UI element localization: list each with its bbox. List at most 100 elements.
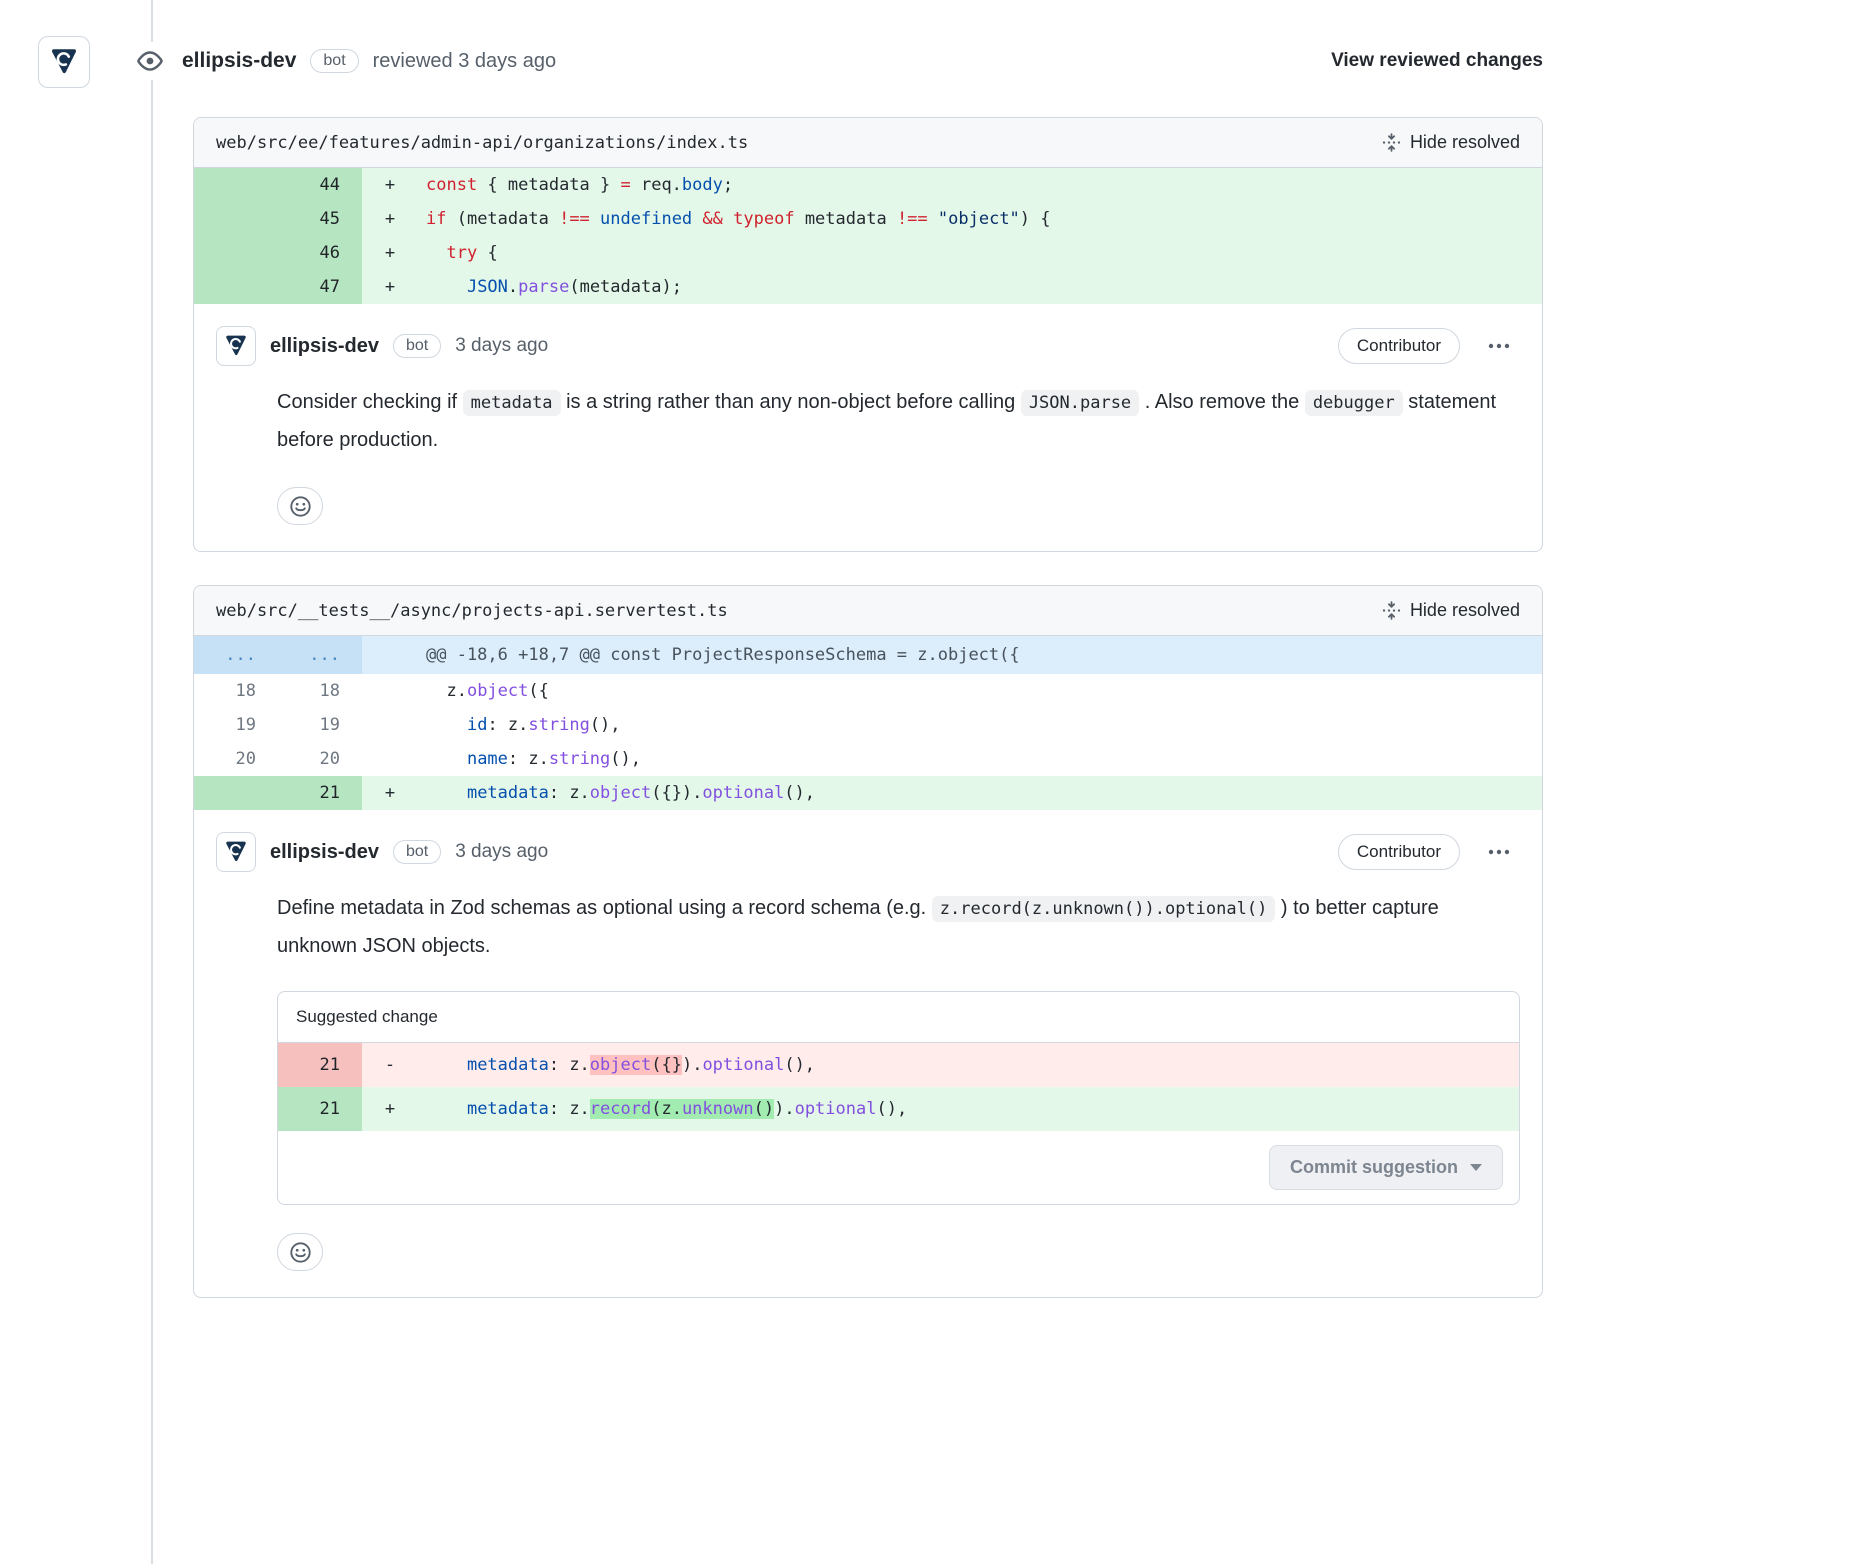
line-number-new[interactable]: ... [278, 636, 362, 674]
file-path[interactable]: web/src/ee/features/admin-api/organizati… [216, 133, 748, 153]
reviewer-name[interactable]: ellipsis-dev [182, 49, 296, 73]
line-number-new[interactable]: 47 [278, 270, 362, 304]
diff-row-ctx: 1818 z.object({ [194, 674, 1542, 708]
line-number-old[interactable] [194, 270, 278, 304]
line-number-old[interactable]: ... [194, 636, 278, 674]
line-number-old[interactable] [194, 776, 278, 810]
contributor-badge: Contributor [1338, 834, 1460, 870]
diff-row-add: 44+const { metadata } = req.body; [194, 168, 1542, 202]
commit-suggestion-button[interactable]: Commit suggestion [1269, 1145, 1503, 1190]
fold-icon [1382, 601, 1401, 620]
comment-author[interactable]: ellipsis-dev [270, 335, 379, 358]
inline-code: debugger [1305, 390, 1403, 416]
line-number-old[interactable] [194, 202, 278, 236]
hide-resolved-label: Hide resolved [1410, 132, 1520, 153]
ellipsis-logo-icon [48, 46, 80, 78]
diff-row-del: 21- metadata: z.object({}).optional(), [278, 1043, 1519, 1087]
hide-resolved-button[interactable]: Hide resolved [1382, 132, 1520, 153]
suggestion-footer: Commit suggestion [278, 1131, 1519, 1204]
contributor-badge: Contributor [1338, 328, 1460, 364]
line-number-old[interactable] [194, 236, 278, 270]
line-number-new[interactable]: 46 [278, 236, 362, 270]
view-reviewed-changes-link[interactable]: View reviewed changes [1331, 50, 1543, 72]
text-run: is a string rather than any non-object b… [561, 391, 1021, 413]
file-header: web/src/ee/features/admin-api/organizati… [194, 118, 1542, 168]
comment-body: Consider checking if metadata is a strin… [277, 384, 1515, 459]
code-line: try { [418, 236, 1542, 270]
bot-badge: bot [310, 49, 358, 73]
diff-sign: + [362, 270, 418, 304]
diff-row-add: 47+ JSON.parse(metadata); [194, 270, 1542, 304]
review-cards: web/src/ee/features/admin-api/organizati… [193, 117, 1543, 1331]
diff-sign: + [362, 776, 418, 810]
code-line: metadata: z.object({}).optional(), [418, 776, 1542, 810]
diff-row-hunk: ...... @@ -18,6 +18,7 @@ const ProjectRes… [194, 636, 1542, 674]
code-line: id: z.string(), [418, 708, 1542, 742]
code-line: @@ -18,6 +18,7 @@ const ProjectResponseS… [418, 636, 1542, 674]
code-line: if (metadata !== undefined && typeof met… [418, 202, 1542, 236]
ellipsis-logo-icon [223, 333, 249, 359]
diff-sign [362, 708, 418, 742]
suggested-change-title: Suggested change [278, 992, 1519, 1043]
line-number-new[interactable]: 21 [278, 1043, 362, 1087]
line-number-new[interactable]: 45 [278, 202, 362, 236]
commit-suggestion-label: Commit suggestion [1290, 1157, 1458, 1178]
inline-code: metadata [463, 390, 561, 416]
add-reaction-button[interactable] [277, 1233, 323, 1271]
comment-body: Define metadata in Zod schemas as option… [277, 890, 1515, 965]
diff-sign: - [362, 1043, 418, 1087]
diff-block: 44+const { metadata } = req.body;45+if (… [194, 168, 1542, 304]
inline-code: JSON.parse [1021, 390, 1139, 416]
review-comment: ellipsis-dev bot 3 days ago Contributor … [194, 810, 1542, 1297]
review-comment: ellipsis-dev bot 3 days ago Contributor … [194, 304, 1542, 551]
code-line: metadata: z.record(z.unknown()).optional… [418, 1087, 1519, 1131]
code-line: const { metadata } = req.body; [418, 168, 1542, 202]
code-line: JSON.parse(metadata); [418, 270, 1542, 304]
line-number-new[interactable]: 19 [278, 708, 362, 742]
comment-author[interactable]: ellipsis-dev [270, 841, 379, 864]
reviewer-avatar[interactable] [38, 36, 90, 88]
review-thread-card-2: web/src/__tests__/async/projects-api.ser… [193, 585, 1543, 1298]
bot-badge: bot [393, 334, 441, 358]
line-number-old[interactable] [194, 168, 278, 202]
text-run: . Also remove the [1139, 391, 1305, 413]
diff-sign: + [362, 236, 418, 270]
suggestion-diff: 21- metadata: z.object({}).optional(),21… [278, 1043, 1519, 1131]
review-thread-card-1: web/src/ee/features/admin-api/organizati… [193, 117, 1543, 552]
suggested-change-block: Suggested change 21- metadata: z.object(… [277, 991, 1520, 1205]
smiley-icon [289, 1241, 312, 1264]
line-number-new[interactable]: 21 [278, 776, 362, 810]
fold-icon [1382, 133, 1401, 152]
hide-resolved-button[interactable]: Hide resolved [1382, 600, 1520, 621]
diff-sign [362, 636, 418, 674]
diff-sign [362, 742, 418, 776]
line-number-new[interactable]: 21 [278, 1087, 362, 1131]
line-number-new[interactable]: 18 [278, 674, 362, 708]
kebab-icon [1488, 335, 1510, 357]
line-number-old[interactable]: 18 [194, 674, 278, 708]
inline-code: z.record(z.unknown()).optional() [932, 896, 1276, 922]
code-line: z.object({ [418, 674, 1542, 708]
ellipsis-logo-icon [223, 839, 249, 865]
line-number-old[interactable]: 20 [194, 742, 278, 776]
hide-resolved-label: Hide resolved [1410, 600, 1520, 621]
code-line: metadata: z.object({}).optional(), [418, 1043, 1519, 1087]
comment-header: ellipsis-dev bot 3 days ago Contributor [216, 326, 1520, 366]
diff-sign: + [362, 202, 418, 236]
file-path[interactable]: web/src/__tests__/async/projects-api.ser… [216, 601, 728, 621]
file-header: web/src/__tests__/async/projects-api.ser… [194, 586, 1542, 636]
line-number-old[interactable]: 19 [194, 708, 278, 742]
line-number-new[interactable]: 20 [278, 742, 362, 776]
kebab-menu-button[interactable] [1478, 331, 1520, 361]
add-reaction-button[interactable] [277, 487, 323, 525]
diff-sign [362, 674, 418, 708]
caret-down-icon [1470, 1164, 1482, 1171]
comment-timestamp[interactable]: 3 days ago [455, 841, 548, 863]
line-number-new[interactable]: 44 [278, 168, 362, 202]
kebab-menu-button[interactable] [1478, 837, 1520, 867]
comment-avatar[interactable] [216, 326, 256, 366]
comment-avatar[interactable] [216, 832, 256, 872]
diff-row-add: 45+if (metadata !== undefined && typeof … [194, 202, 1542, 236]
comment-timestamp[interactable]: 3 days ago [455, 335, 548, 357]
diff-row-add: 46+ try { [194, 236, 1542, 270]
